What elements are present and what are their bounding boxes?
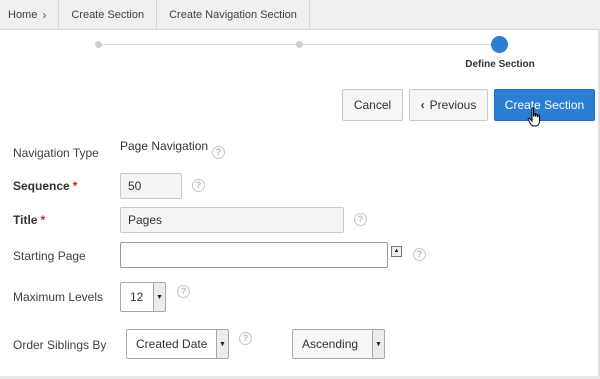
title-input[interactable]: Pages bbox=[120, 207, 344, 233]
navigation-type-label: Navigation Type bbox=[13, 146, 99, 160]
wizard-step-current-dot bbox=[491, 36, 508, 53]
help-circle-icon[interactable]: ? bbox=[354, 213, 367, 226]
breadcrumb-item-label: Create Section bbox=[71, 8, 145, 21]
required-asterisk: * bbox=[72, 179, 78, 193]
wizard-step-label: Define Section bbox=[465, 59, 535, 70]
breadcrumb-item-home[interactable]: Home › bbox=[0, 0, 60, 29]
order-siblings-by-value: Created Date bbox=[136, 337, 208, 351]
maximum-levels-value: 12 bbox=[130, 290, 144, 304]
caret-down-icon: ▼ bbox=[216, 330, 228, 358]
order-siblings-by-label: Order Siblings By bbox=[13, 338, 107, 352]
caret-up-icon[interactable]: ▲ bbox=[391, 246, 402, 257]
help-circle-icon[interactable]: ? bbox=[212, 146, 225, 159]
help-circle-icon[interactable]: ? bbox=[413, 248, 426, 261]
breadcrumb: Home › Create Section Create Navigation … bbox=[0, 0, 600, 30]
sort-direction-value: Ascending bbox=[302, 337, 359, 351]
sequence-input[interactable]: 50 bbox=[120, 173, 182, 199]
previous-button-label: Previous bbox=[429, 98, 477, 112]
starting-page-label: Starting Page bbox=[13, 249, 86, 263]
sequence-label-text: Sequence bbox=[13, 179, 70, 193]
caret-down-icon: ▼ bbox=[372, 330, 384, 358]
cancel-button[interactable]: Cancel bbox=[342, 89, 403, 121]
navigation-type-value: Page Navigation bbox=[120, 139, 209, 153]
wizard-step-2-dot bbox=[296, 41, 303, 48]
title-label: Title * bbox=[13, 213, 45, 227]
hand-pointer-icon bbox=[527, 107, 540, 127]
cancel-button-label: Cancel bbox=[353, 98, 392, 112]
breadcrumb-item-create-navigation-section: Create Navigation Section bbox=[157, 0, 310, 29]
help-circle-icon[interactable]: ? bbox=[192, 179, 205, 192]
required-asterisk: * bbox=[40, 213, 46, 227]
breadcrumb-item-label: Create Navigation Section bbox=[169, 8, 297, 21]
help-circle-icon[interactable]: ? bbox=[239, 332, 252, 345]
sort-direction-select[interactable]: Ascending ▼ bbox=[292, 329, 385, 359]
previous-button[interactable]: ‹ Previous bbox=[409, 89, 488, 121]
starting-page-input[interactable] bbox=[120, 242, 388, 268]
breadcrumb-item-create-section[interactable]: Create Section bbox=[59, 0, 158, 29]
title-label-text: Title bbox=[13, 213, 38, 227]
chevron-right-icon: › bbox=[42, 7, 47, 22]
breadcrumb-item-label: Home bbox=[8, 8, 38, 21]
order-siblings-by-select[interactable]: Created Date ▼ bbox=[126, 329, 229, 359]
maximum-levels-select[interactable]: 12 ▼ bbox=[120, 282, 166, 312]
sequence-label: Sequence * bbox=[13, 179, 77, 193]
maximum-levels-label: Maximum Levels bbox=[13, 290, 104, 304]
caret-down-icon: ▼ bbox=[153, 283, 165, 311]
chevron-left-icon: ‹ bbox=[420, 98, 425, 112]
help-circle-icon[interactable]: ? bbox=[177, 285, 190, 298]
wizard-step-1-dot bbox=[95, 41, 102, 48]
